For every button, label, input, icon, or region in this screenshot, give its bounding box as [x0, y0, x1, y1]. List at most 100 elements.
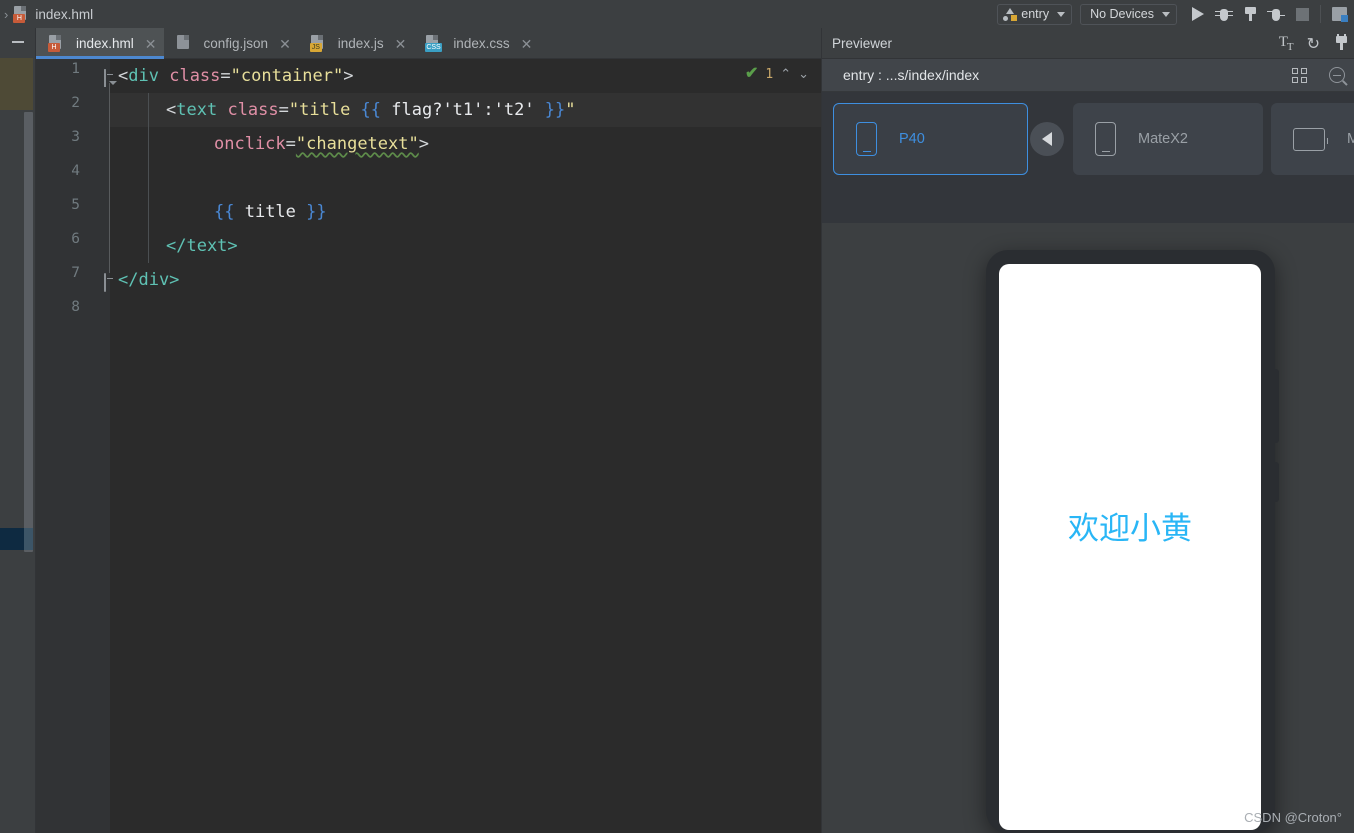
main-toolbar: entry No Devices — [997, 0, 1354, 28]
code-token: title — [234, 202, 307, 222]
stop-button[interactable] — [1289, 1, 1315, 27]
code-token: = — [220, 66, 231, 86]
device-name: Mate — [1347, 131, 1354, 147]
device-name: P40 — [899, 131, 925, 147]
attach-debugger-button[interactable] — [1237, 1, 1263, 27]
multi-device-grid-icon[interactable] — [1292, 67, 1307, 83]
device-selector[interactable]: No Devices — [1080, 3, 1177, 25]
previewer-header-actions: TT ↻ — [1279, 28, 1349, 59]
close-icon[interactable]: ✕ — [145, 37, 157, 51]
run-with-profiler-icon — [1267, 7, 1285, 22]
device-screen[interactable]: 欢迎小黄 — [999, 264, 1261, 830]
code-line-2: <text class="title {{ flag?'t1':'t2' }}" — [166, 93, 576, 127]
previous-device-arrow-icon — [1042, 132, 1052, 146]
previewer-entry-bar: entry : ...s/index/index — [822, 59, 1354, 92]
device-card-matex2[interactable]: MateX2 — [1073, 103, 1263, 175]
previous-device-button[interactable] — [1030, 122, 1064, 156]
inspection-widget[interactable]: ✔ 1 ⌃ ⌄ — [745, 66, 809, 82]
tab-label: config.json — [203, 36, 269, 51]
device-card-mate[interactable]: Mate — [1271, 103, 1354, 175]
ide-window: › H index.hml entry No Devices H index.h… — [0, 0, 1354, 833]
tab-index-js[interactable]: JS index.js ✕ — [298, 28, 414, 59]
preview-stage: 欢迎小黄 — [822, 223, 1354, 833]
code-token: div — [128, 66, 159, 86]
line-number: 2 — [71, 95, 80, 111]
code-token: </div> — [118, 270, 180, 290]
run-configuration-label: entry — [1021, 7, 1050, 21]
line-number: 4 — [71, 163, 80, 179]
debug-button[interactable] — [1211, 1, 1237, 27]
close-icon[interactable]: ✕ — [395, 37, 407, 51]
plug-icon[interactable] — [1334, 34, 1349, 51]
rail-highlight-block — [0, 58, 33, 110]
zoom-out-icon[interactable] — [1329, 67, 1345, 83]
inspection-ok-icon: ✔ — [744, 65, 759, 82]
device-manager-button[interactable] — [1326, 1, 1352, 27]
preview-title-text[interactable]: 欢迎小黄 — [1068, 503, 1192, 548]
close-icon[interactable]: ✕ — [279, 37, 291, 51]
code-token: < — [118, 66, 129, 86]
device-carousel[interactable]: P40 MateX2 Mate — [822, 92, 1354, 223]
code-content[interactable]: <div class="container"> <text class="tit… — [118, 59, 821, 833]
rail-scrollbar[interactable] — [24, 112, 33, 552]
title-bar: › H index.hml entry No Devices — [0, 0, 1354, 28]
code-token: flag?'t1':'t2' — [381, 100, 545, 120]
device-volume-button — [1274, 369, 1279, 443]
next-problem-icon[interactable]: ⌄ — [798, 66, 809, 82]
line-number: 7 — [71, 265, 80, 281]
code-token: </text> — [166, 236, 238, 256]
font-size-icon[interactable]: TT — [1279, 34, 1294, 53]
json-file-icon — [176, 35, 191, 52]
tab-config-json[interactable]: config.json ✕ — [164, 28, 298, 59]
rail-scrollbar-selection — [24, 528, 33, 550]
chevron-down-icon — [1162, 11, 1170, 17]
code-token: onclick — [214, 134, 286, 154]
device-power-button — [1274, 462, 1279, 502]
html-file-icon: H — [13, 5, 28, 23]
attach-debugger-icon — [1243, 6, 1258, 22]
code-token: = — [278, 100, 289, 120]
run-configuration-selector[interactable]: entry — [997, 3, 1073, 25]
left-tool-rail — [0, 28, 36, 833]
breadcrumb-chevron-icon: › — [4, 6, 9, 22]
tab-index-css[interactable]: CSS index.css ✕ — [413, 28, 539, 59]
breadcrumb[interactable]: › H index.hml — [0, 0, 93, 28]
minimize-panel-button[interactable] — [10, 34, 26, 50]
code-token: > — [418, 134, 429, 154]
code-token: > — [343, 66, 354, 86]
editor-tab-bar: H index.hml ✕ config.json ✕ JS index.js … — [36, 28, 821, 59]
fold-region-end-icon[interactable] — [104, 273, 117, 292]
code-editor[interactable]: 1 2 3 4 5 6 7 8 <div class="container"> … — [36, 59, 821, 833]
close-icon[interactable]: ✕ — [521, 37, 533, 51]
fold-region-line — [109, 83, 110, 273]
code-token: text — [176, 100, 218, 120]
code-token: = — [285, 134, 296, 154]
code-token: "changetext" — [295, 134, 419, 154]
code-token: < — [166, 100, 177, 120]
line-number: 1 — [71, 61, 80, 77]
watermark: CSDN @Croton° — [1244, 810, 1342, 825]
tab-index-hml[interactable]: H index.hml ✕ — [36, 28, 164, 59]
inspection-warning-count: 1 — [765, 66, 774, 82]
run-button[interactable] — [1185, 1, 1211, 27]
device-card-p40[interactable]: P40 — [833, 103, 1028, 175]
fold-region-start-icon[interactable] — [104, 69, 117, 87]
editor-gutter: 1 2 3 4 5 6 7 8 — [36, 59, 110, 833]
breadcrumb-file-label: index.hml — [35, 6, 94, 22]
run-icon — [1192, 7, 1204, 21]
profile-button[interactable] — [1263, 1, 1289, 27]
previous-problem-icon[interactable]: ⌃ — [780, 66, 791, 82]
code-line-5: {{ title }} — [214, 195, 327, 229]
previewer-entry-path: entry : ...s/index/index — [843, 67, 980, 83]
html-file-icon: H — [48, 35, 63, 52]
chevron-down-icon — [1057, 11, 1066, 17]
code-line-1: <div class="container"> — [118, 59, 354, 93]
refresh-icon[interactable]: ↻ — [1307, 34, 1320, 54]
code-token: }} — [544, 100, 566, 120]
device-manager-icon — [1331, 7, 1348, 22]
code-token: "container" — [230, 66, 344, 86]
code-line-6: </text> — [166, 229, 238, 263]
code-line-7: </div> — [118, 263, 179, 297]
code-token: "title — [288, 100, 361, 120]
code-token: {{ — [214, 202, 235, 222]
